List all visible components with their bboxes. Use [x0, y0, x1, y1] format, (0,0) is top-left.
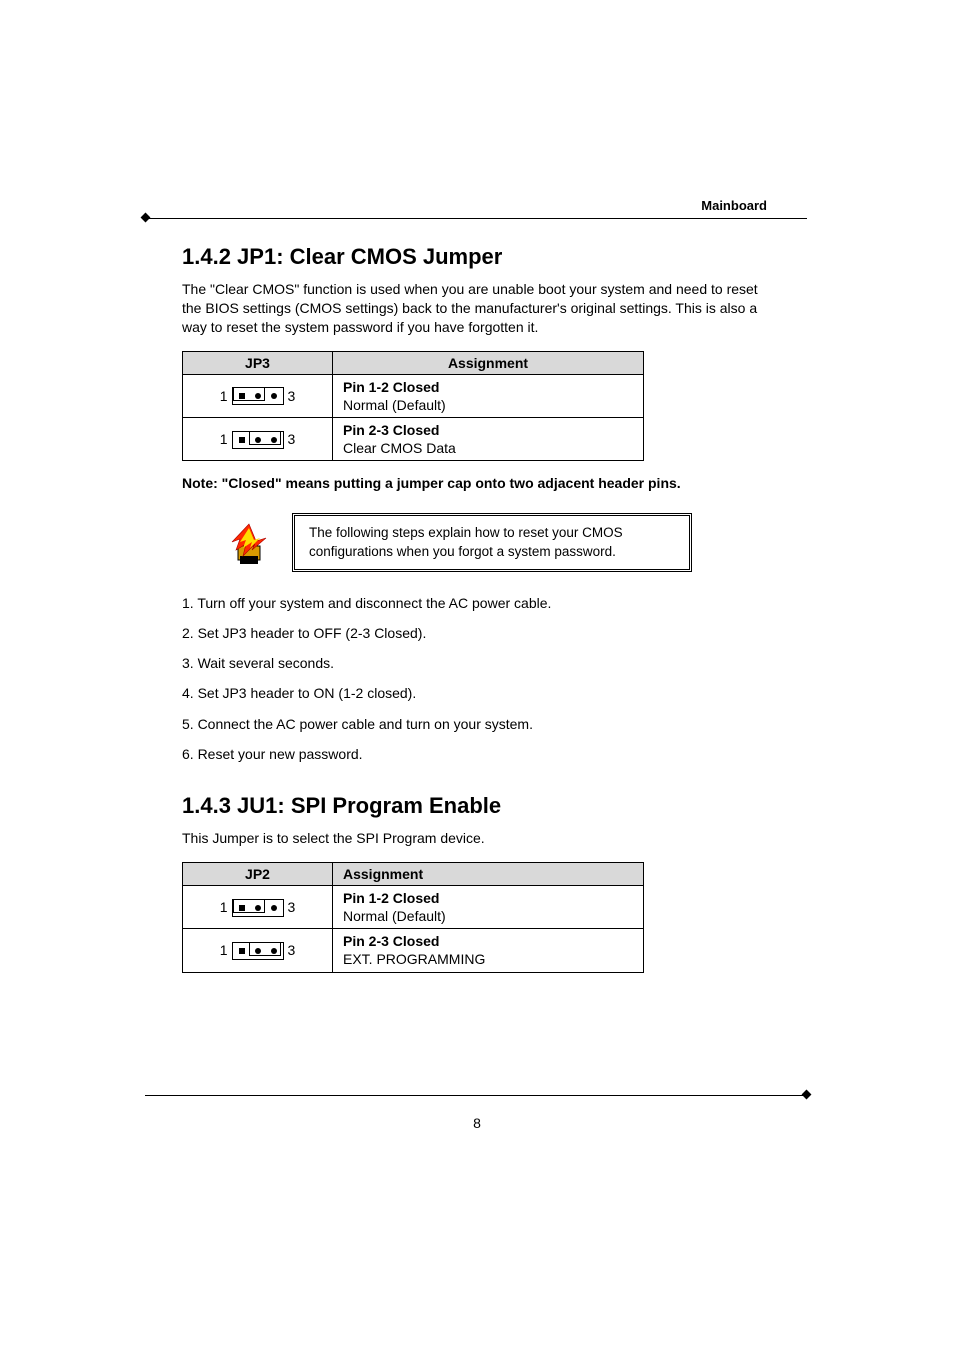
table-row: 1 3 Pin 2-3 Closed EXT. PROGRAMMING	[183, 929, 644, 972]
list-item: 4. Set JP3 header to ON (1-2 closed).	[182, 684, 767, 702]
jumper-table-jp2: JP2 Assignment 1 3 Pin 1-2 Closed	[182, 862, 644, 973]
assignment-cell: Pin 1-2 Closed Normal (Default)	[333, 885, 644, 928]
jumper-diagram-12-closed: 1 3	[220, 898, 296, 917]
section-intro-143: This Jumper is to select the SPI Program…	[182, 829, 767, 848]
steps-list: 1. Turn off your system and disconnect t…	[182, 594, 767, 763]
assignment-bold: Pin 2-3 Closed	[343, 932, 633, 950]
col-header-jp2: JP2	[183, 862, 333, 885]
closed-note: Note: "Closed" means putting a jumper ca…	[182, 475, 767, 491]
bottom-rule	[145, 1095, 807, 1096]
pin-label-right: 3	[288, 942, 296, 958]
assignment-cell: Pin 1-2 Closed Normal (Default)	[333, 374, 644, 417]
tip-text: The following steps explain how to reset…	[292, 513, 692, 571]
jumper-diagram-cell: 1 3	[183, 418, 333, 461]
diamond-icon	[141, 213, 151, 223]
tip-icon	[226, 520, 272, 566]
pin-label-left: 1	[220, 388, 228, 404]
col-header-assignment: Assignment	[333, 351, 644, 374]
table-row: 1 3 Pin 1-2 Closed Normal (Default)	[183, 374, 644, 417]
pin-label-right: 3	[288, 388, 296, 404]
assignment-cell: Pin 2-3 Closed EXT. PROGRAMMING	[333, 929, 644, 972]
section-heading-143: 1.4.3 JU1: SPI Program Enable	[182, 793, 767, 819]
assignment-norm: Clear CMOS Data	[343, 439, 633, 457]
pin-label-left: 1	[220, 942, 228, 958]
diamond-icon	[802, 1090, 812, 1100]
table-row: JP3 Assignment	[183, 351, 644, 374]
list-item: 3. Wait several seconds.	[182, 654, 767, 672]
col-header-jp3: JP3	[183, 351, 333, 374]
assignment-norm: EXT. PROGRAMMING	[343, 950, 633, 968]
list-item: 6. Reset your new password.	[182, 745, 767, 763]
jumper-diagram-cell: 1 3	[183, 929, 333, 972]
table-row: 1 3 Pin 1-2 Closed Normal (Default)	[183, 885, 644, 928]
assignment-norm: Normal (Default)	[343, 907, 633, 925]
jumper-table-jp3: JP3 Assignment 1 3 Pin 1-2 Closed	[182, 351, 644, 462]
assignment-cell: Pin 2-3 Closed Clear CMOS Data	[333, 418, 644, 461]
section-intro-142: The "Clear CMOS" function is used when y…	[182, 280, 767, 337]
assignment-bold: Pin 1-2 Closed	[343, 378, 633, 396]
content-area: 1.4.2 JP1: Clear CMOS Jumper The "Clear …	[182, 244, 767, 987]
jumper-diagram-cell: 1 3	[183, 374, 333, 417]
table-row: 1 3 Pin 2-3 Closed Clear CMOS Data	[183, 418, 644, 461]
jumper-diagram-12-closed: 1 3	[220, 386, 296, 405]
pin-label-left: 1	[220, 431, 228, 447]
list-item: 2. Set JP3 header to OFF (2-3 Closed).	[182, 624, 767, 642]
page-number: 8	[0, 1115, 954, 1131]
running-header: Mainboard	[701, 198, 767, 213]
list-item: 5. Connect the AC power cable and turn o…	[182, 715, 767, 733]
page: Mainboard 1.4.2 JP1: Clear CMOS Jumper T…	[0, 0, 954, 1351]
pin-label-left: 1	[220, 899, 228, 915]
list-item: 1. Turn off your system and disconnect t…	[182, 594, 767, 612]
table-row: JP2 Assignment	[183, 862, 644, 885]
assignment-bold: Pin 2-3 Closed	[343, 421, 633, 439]
assignment-bold: Pin 1-2 Closed	[343, 889, 633, 907]
jumper-diagram-23-closed: 1 3	[220, 941, 296, 960]
section-heading-142: 1.4.2 JP1: Clear CMOS Jumper	[182, 244, 767, 270]
col-header-assignment: Assignment	[333, 862, 644, 885]
top-rule	[145, 218, 807, 219]
jumper-diagram-23-closed: 1 3	[220, 430, 296, 449]
assignment-norm: Normal (Default)	[343, 396, 633, 414]
jumper-diagram-cell: 1 3	[183, 885, 333, 928]
pin-label-right: 3	[288, 899, 296, 915]
pin-label-right: 3	[288, 431, 296, 447]
tip-callout: The following steps explain how to reset…	[226, 513, 767, 571]
